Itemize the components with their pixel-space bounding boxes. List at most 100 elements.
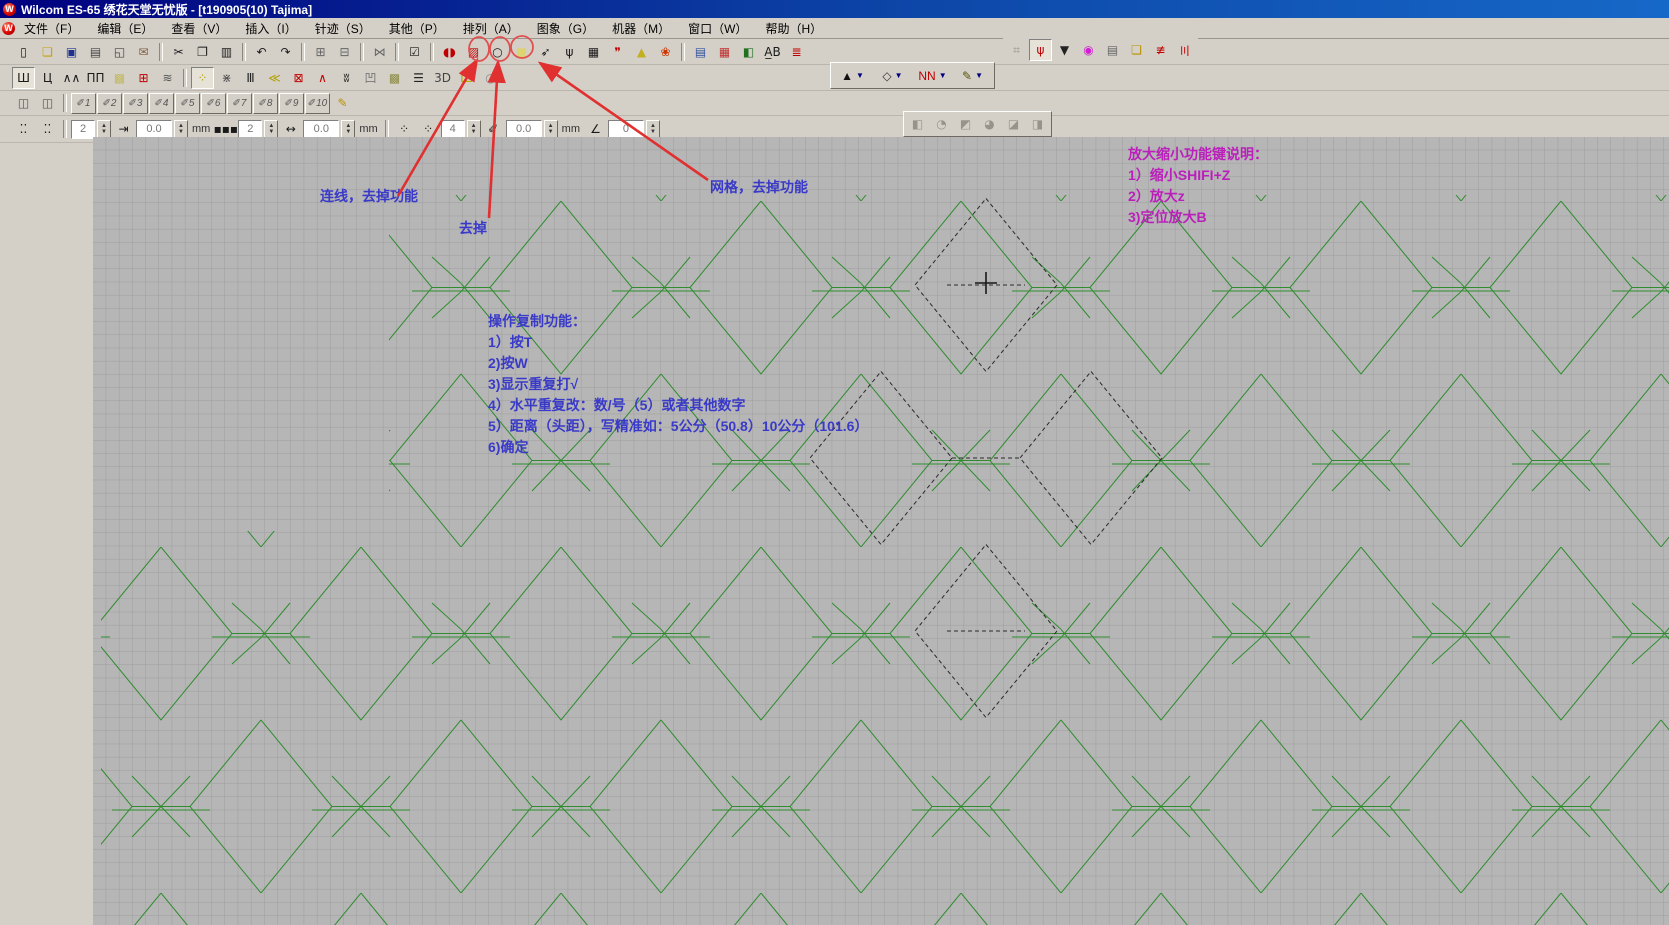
menu-arrange[interactable]: 排列（A） [454, 18, 528, 39]
needle-penetration-icon[interactable]: ψ [558, 41, 581, 63]
manual-stitch-icon[interactable]: ʬ [335, 67, 358, 89]
lattice-red-icon[interactable]: ⊞ [132, 67, 155, 89]
rgb-dots-icon[interactable]: ▦ [713, 41, 736, 63]
print-preview-icon[interactable]: ◱ [108, 41, 131, 63]
select-tool-button[interactable]: ▲▼ [833, 64, 872, 87]
pattern-fill-icon[interactable]: ▩ [383, 67, 406, 89]
mirror-wings-icon[interactable]: ⋈ [368, 41, 391, 63]
chevron-down-icon[interactable]: ▼ [975, 71, 983, 80]
hoop-setup-icon[interactable]: ✉ [132, 41, 155, 63]
needle-button-2[interactable]: ✐2 [97, 93, 122, 114]
loop-column-icon[interactable]: Ц [36, 67, 59, 89]
needle-button-10[interactable]: ✐10 [305, 93, 330, 114]
motif-run-icon[interactable]: ⋇ [215, 67, 238, 89]
grid-marks2-icon[interactable]: ⁚⁚ [36, 118, 59, 140]
exclude-icon[interactable]: ◕ [978, 113, 1001, 135]
grid-marks-icon[interactable]: ⁚⁚ [12, 118, 35, 140]
length-input[interactable]: 0.0 [136, 120, 172, 139]
back-minus-front-icon[interactable]: ◨ [1026, 113, 1049, 135]
thread-colors-icon[interactable]: ❀ [654, 41, 677, 63]
menu-image[interactable]: 图象（G） [528, 18, 603, 39]
center-ball-icon[interactable]: ◉ [1077, 39, 1100, 61]
machine-red-icon[interactable]: ≢ [1149, 39, 1172, 61]
grid-size-spinner-spin-buttons[interactable]: ▲▼ [467, 120, 481, 139]
options-check-icon[interactable]: ☑ [403, 41, 426, 63]
menu-edit[interactable]: 编辑（E） [88, 18, 162, 39]
tape-w1-icon[interactable]: ◫ [12, 92, 35, 114]
intersect-icon[interactable]: ◩ [954, 113, 977, 135]
spacing-input[interactable]: 0.0 [303, 120, 339, 139]
cut-icon[interactable]: ✂ [167, 41, 190, 63]
stripes-icon[interactable]: 〣 [1173, 39, 1196, 61]
grid-size-spinner[interactable]: 4 [441, 120, 465, 139]
tape-w2-icon[interactable]: ◫ [36, 92, 59, 114]
offset-input[interactable]: 0.0 [506, 120, 542, 139]
needle-button-8[interactable]: ✐8 [253, 93, 278, 114]
paste-icon[interactable]: ▥ [215, 41, 238, 63]
menu-stitch[interactable]: 针迹（S） [306, 18, 380, 39]
chevron-down-icon[interactable]: ▼ [939, 71, 947, 80]
menu-other[interactable]: 其他（P） [380, 18, 454, 39]
angle-input[interactable]: 0 [608, 120, 644, 139]
image-insert-icon[interactable]: ▤ [689, 41, 712, 63]
menu-insert[interactable]: 插入（I） [236, 18, 305, 39]
zigzag-stitch-icon[interactable]: ∧∧ [60, 67, 83, 89]
needle-button-6[interactable]: ✐6 [201, 93, 226, 114]
redo-icon[interactable]: ↷ [274, 41, 297, 63]
folder-export-icon[interactable]: ❏ [1125, 39, 1148, 61]
undo-icon[interactable]: ↶ [250, 41, 273, 63]
chevron-down-icon[interactable]: ▼ [895, 71, 903, 80]
punch-group-icon[interactable]: ⊞ [309, 41, 332, 63]
machine-frame-icon[interactable]: ⌗ [1005, 39, 1028, 61]
pen-tool-button[interactable]: ✎▼ [953, 64, 992, 87]
fence-stitch-icon[interactable]: Ⅲ [239, 67, 262, 89]
stitch-edit-tool-button[interactable]: NN▼ [913, 64, 952, 87]
needle-button-4[interactable]: ✐4 [149, 93, 174, 114]
ray-fill-icon[interactable]: ≪ [263, 67, 286, 89]
angle-input-spin-buttons[interactable]: ▲▼ [646, 120, 660, 139]
menu-file[interactable]: 文件（F） [15, 18, 88, 39]
save-icon[interactable]: ▣ [60, 41, 83, 63]
chevron-down-icon[interactable]: ▼ [856, 71, 864, 80]
export-pencil-icon[interactable]: ✎ [331, 92, 354, 114]
design-canvas[interactable] [93, 137, 1669, 925]
menu-help[interactable]: 帮助（H） [756, 18, 831, 39]
menu-machine[interactable]: 机器（M） [603, 18, 679, 39]
contour-lines-icon[interactable]: ☰ [407, 67, 430, 89]
run-stitch-icon[interactable]: ⁘ [191, 67, 214, 89]
grid-toggle-icon[interactable]: ▦ [582, 41, 605, 63]
background-fabric-icon[interactable]: ▲ [630, 41, 653, 63]
new-icon[interactable]: ▯ [12, 41, 35, 63]
open-icon[interactable]: ❏ [36, 41, 59, 63]
e-stitch-icon[interactable]: ΠΠ [84, 67, 107, 89]
tatami-fill-icon[interactable]: ▩ [108, 67, 131, 89]
needle-button-1[interactable]: ✐1 [71, 93, 96, 114]
jump-stitch-icon[interactable]: ❞ [606, 41, 629, 63]
grid-x-red-icon[interactable]: ⊠ [287, 67, 310, 89]
ellipse-gray-icon[interactable]: ○ [479, 67, 502, 89]
fill-yellow-icon[interactable]: ■ [510, 41, 533, 63]
hatch-fill-icon[interactable]: ▨ [462, 41, 485, 63]
arrow-solid-icon[interactable]: ▼ [1053, 39, 1076, 61]
count-spinner[interactable]: 2 [71, 120, 95, 139]
outline-ellipse-icon[interactable]: ○ [486, 41, 509, 63]
stitch-list-icon[interactable]: ≣ [785, 41, 808, 63]
weld-icon[interactable]: ◧ [906, 113, 929, 135]
connector-travel-icon[interactable]: ➶ [534, 41, 557, 63]
letters-ab-icon[interactable]: A̲B [761, 41, 784, 63]
needle-button-7[interactable]: ✐7 [227, 93, 252, 114]
repeat-spinner[interactable]: 2 [238, 120, 262, 139]
length-input-spin-buttons[interactable]: ▲▼ [174, 120, 188, 139]
reshape-tool-button[interactable]: ◇▼ [873, 64, 912, 87]
offset-input-spin-buttons[interactable]: ▲▼ [544, 120, 558, 139]
needle-button-3[interactable]: ✐3 [123, 93, 148, 114]
needle-point-icon[interactable]: ψ [1029, 39, 1052, 61]
needle-button-9[interactable]: ✐9 [279, 93, 304, 114]
bracket-stitch-icon[interactable]: 凹 [359, 67, 382, 89]
satin-stitch-icon[interactable]: ◖◗ [438, 41, 461, 63]
pattern-sheet-icon[interactable]: ▤ [1101, 39, 1124, 61]
satin-column-icon[interactable]: Ш [12, 67, 35, 89]
menu-window[interactable]: 窗口（W） [679, 18, 756, 39]
copy-icon[interactable]: ❐ [191, 41, 214, 63]
count-spinner-spin-buttons[interactable]: ▲▼ [97, 120, 111, 139]
